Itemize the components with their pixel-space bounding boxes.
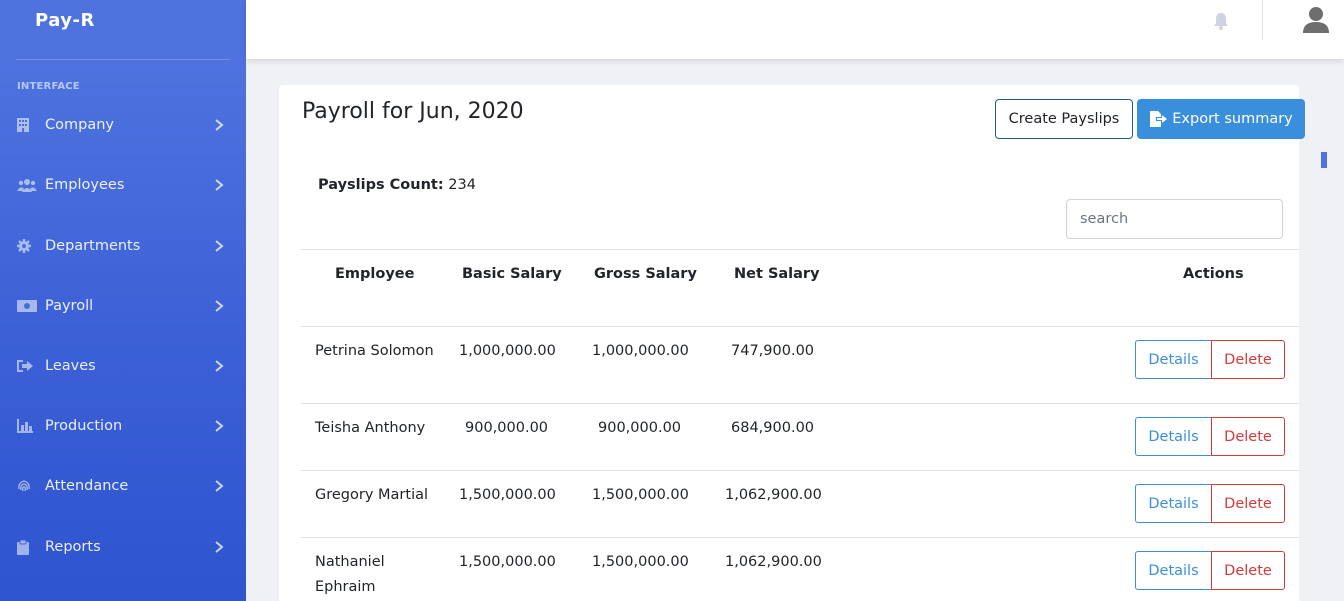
chevron-right-icon	[215, 541, 224, 553]
export-summary-label: Export summary	[1172, 111, 1293, 127]
sidebar-item-label: Departments	[45, 238, 141, 254]
export-summary-button[interactable]: Export summary	[1137, 99, 1305, 139]
table-row-border	[301, 537, 1299, 538]
sidebar-divider	[16, 59, 230, 60]
scroll-indicator	[1321, 152, 1327, 168]
sidebar-item-label: Leaves	[45, 358, 96, 374]
search-input[interactable]	[1066, 199, 1283, 239]
sidebar-item-company[interactable]: Company	[0, 105, 246, 145]
payslips-count-value: 234	[448, 177, 476, 193]
sidebar-item-production[interactable]: Production	[0, 406, 246, 446]
bell-icon[interactable]	[1212, 12, 1230, 30]
chart-icon	[17, 419, 37, 433]
cell-net-salary: 684,900.00	[731, 420, 815, 436]
sign-out-icon	[17, 359, 37, 373]
chevron-right-icon	[215, 179, 224, 191]
details-button[interactable]: Details	[1135, 340, 1212, 379]
sidebar: Pay-R INTERFACE Company Employees Depart…	[0, 0, 246, 601]
delete-button[interactable]: Delete	[1211, 340, 1285, 379]
column-header-actions: Actions	[1183, 266, 1244, 282]
create-payslips-button[interactable]: Create Payslips	[995, 99, 1133, 139]
sidebar-item-attendance[interactable]: Attendance	[0, 466, 246, 506]
sidebar-item-label: Employees	[45, 177, 125, 193]
user-avatar-icon[interactable]	[1302, 6, 1330, 34]
cell-employee: Gregory Martial	[315, 487, 429, 503]
building-icon	[17, 118, 37, 132]
payslips-count: Payslips Count: 234	[318, 177, 476, 193]
sidebar-item-employees[interactable]: Employees	[0, 165, 246, 205]
column-header-employee: Employee	[335, 266, 415, 282]
cell-gross-salary: 1,500,000.00	[592, 554, 689, 570]
column-header-basic-salary: Basic Salary	[462, 266, 562, 282]
sidebar-item-label: Company	[45, 117, 114, 133]
cell-gross-salary: 1,500,000.00	[592, 487, 689, 503]
chevron-right-icon	[215, 119, 224, 131]
chevron-right-icon	[215, 360, 224, 372]
cell-gross-salary: 1,000,000.00	[592, 343, 689, 359]
sidebar-item-label: Production	[45, 418, 123, 434]
cell-basic-salary: 1,500,000.00	[459, 487, 556, 503]
column-header-gross-salary: Gross Salary	[594, 266, 697, 282]
cell-net-salary: 1,062,900.00	[725, 487, 822, 503]
delete-button[interactable]: Delete	[1211, 417, 1285, 456]
page-title: Payroll for Jun, 2020	[302, 99, 524, 124]
cell-gross-salary: 900,000.00	[598, 420, 682, 436]
gear-icon	[17, 239, 37, 253]
topbar-divider	[1262, 0, 1263, 40]
column-header-net-salary: Net Salary	[734, 266, 820, 282]
fingerprint-icon	[17, 479, 37, 493]
details-button[interactable]: Details	[1135, 417, 1212, 456]
details-button[interactable]: Details	[1135, 551, 1212, 590]
file-export-icon	[1150, 111, 1168, 127]
chevron-right-icon	[215, 300, 224, 312]
money-icon	[17, 299, 37, 313]
brand-logo[interactable]: Pay-R	[35, 10, 95, 31]
table-row-border	[301, 403, 1299, 404]
chevron-right-icon	[215, 420, 224, 432]
table-header-top-border	[301, 249, 1299, 250]
sidebar-item-reports[interactable]: Reports	[0, 527, 246, 567]
clipboard-icon	[17, 539, 37, 555]
sidebar-item-label: Reports	[45, 539, 101, 555]
sidebar-item-label: Payroll	[45, 298, 94, 314]
cell-basic-salary: 1,000,000.00	[459, 343, 556, 359]
sidebar-heading: INTERFACE	[17, 81, 80, 92]
cell-employee: Teisha Anthony	[315, 420, 426, 436]
cell-basic-salary: 900,000.00	[465, 420, 549, 436]
cell-net-salary: 747,900.00	[731, 343, 815, 359]
sidebar-item-label: Attendance	[45, 478, 129, 494]
table-row-border	[301, 470, 1299, 471]
chevron-right-icon	[215, 240, 224, 252]
users-icon	[17, 178, 37, 192]
payroll-card: Payroll for Jun, 2020 Create Payslips Ex…	[279, 85, 1305, 601]
delete-button[interactable]: Delete	[1211, 551, 1285, 590]
cell-net-salary: 1,062,900.00	[725, 554, 822, 570]
details-button[interactable]: Details	[1135, 484, 1212, 523]
cell-employee: Petrina Solomon	[315, 343, 434, 359]
table-header-bottom-border	[301, 326, 1299, 327]
cell-basic-salary: 1,500,000.00	[459, 554, 556, 570]
payslips-count-label: Payslips Count:	[318, 177, 444, 193]
cell-employee: Nathaniel Ephraim	[315, 554, 385, 595]
sidebar-item-payroll[interactable]: Payroll	[0, 286, 246, 326]
chevron-right-icon	[215, 480, 224, 492]
topbar	[246, 0, 1344, 59]
sidebar-item-departments[interactable]: Departments	[0, 226, 246, 266]
sidebar-item-leaves[interactable]: Leaves	[0, 346, 246, 386]
delete-button[interactable]: Delete	[1211, 484, 1285, 523]
